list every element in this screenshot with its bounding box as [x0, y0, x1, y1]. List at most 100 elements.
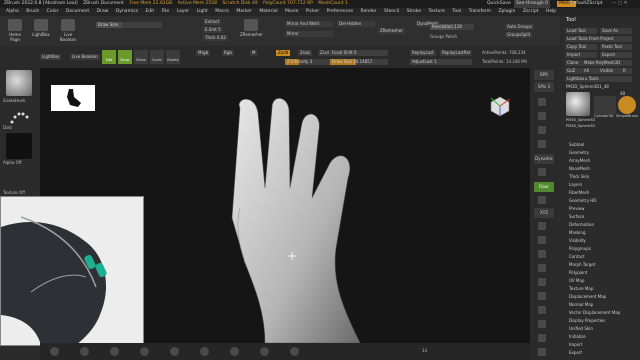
draw-mode-button[interactable]: Draw: [118, 50, 132, 64]
bottom-brush-slot[interactable]: [170, 347, 179, 356]
zoom-icon[interactable]: [538, 112, 546, 120]
ghost-icon[interactable]: [538, 320, 546, 328]
menu-render[interactable]: Render: [361, 9, 377, 14]
adjust-last-slider[interactable]: AdjustLast 1: [410, 59, 472, 65]
goz-visible-button[interactable]: Visible: [598, 68, 622, 74]
tool-thumbnail-simplebrush[interactable]: [618, 96, 636, 114]
frame-icon[interactable]: [538, 222, 546, 230]
menu-draw[interactable]: Draw: [97, 9, 109, 14]
actual-size-icon[interactable]: [538, 126, 546, 134]
subpalette-nanomesh[interactable]: NanoMesh: [569, 166, 590, 171]
menu-edit[interactable]: Edit: [145, 9, 154, 14]
bottom-brush-slot[interactable]: [140, 347, 149, 356]
alpha-thumbnail[interactable]: [6, 133, 32, 159]
menu-alpha[interactable]: Alpha: [6, 9, 19, 14]
menu-picker[interactable]: Picker: [306, 9, 319, 14]
subpalette-polypaint[interactable]: Polypaint: [569, 270, 587, 275]
menu-macro[interactable]: Macro: [215, 9, 229, 14]
bottom-brush-slot[interactable]: [260, 347, 269, 356]
menu-file[interactable]: File: [162, 9, 170, 14]
move-mode-button[interactable]: Move: [134, 50, 148, 64]
subpalette-layers[interactable]: Layers: [569, 182, 582, 187]
navigation-cube-icon[interactable]: [488, 94, 512, 118]
make-polymesh3d-button[interactable]: Make PolyMesh3D: [582, 60, 632, 66]
bottom-brush-slot[interactable]: [110, 347, 119, 356]
bottom-brush-slot[interactable]: [290, 347, 299, 356]
scale-mode-button[interactable]: Scale: [150, 50, 164, 64]
floor-button[interactable]: Floor: [534, 182, 554, 192]
subpalette-preview[interactable]: Preview: [569, 206, 585, 211]
zadd-button[interactable]: Zadd: [276, 50, 291, 56]
menu-transform[interactable]: Transform: [469, 9, 491, 14]
transp-icon[interactable]: [538, 306, 546, 314]
copy-tool-button[interactable]: Copy Tool: [565, 44, 597, 50]
subpalette-polygroups[interactable]: Polygroups: [569, 246, 591, 251]
subpalette-normal-map[interactable]: Normal Map: [569, 302, 593, 307]
replay-last-rel-button[interactable]: ReplayLastRel: [440, 50, 473, 56]
lightbox-shelf-button[interactable]: LightBox: [30, 19, 52, 37]
tool-thumbnail-cylinder[interactable]: [594, 96, 616, 114]
lightbox-button[interactable]: LightBox: [40, 54, 62, 60]
menu-dynamics[interactable]: Dynamics: [116, 9, 138, 14]
subpalette-masking[interactable]: Masking: [569, 230, 586, 235]
save-as-button[interactable]: Save As: [600, 28, 632, 34]
subpalette-deformation[interactable]: Deformation: [569, 222, 594, 227]
subpalette-unified-skin[interactable]: Unified Skin: [569, 326, 593, 331]
mirror-button[interactable]: Mirror: [285, 31, 333, 37]
subpalette-displacement-map[interactable]: Displacement Map: [569, 294, 606, 299]
tool-thumbnail-sphere[interactable]: [566, 92, 590, 116]
auto-groups-button[interactable]: Auto Groups: [505, 24, 534, 30]
subpalette-geometry-hd[interactable]: Geometry HD: [569, 198, 596, 203]
window-controls[interactable]: — ▢ ✕: [612, 0, 627, 8]
subpalette-vector-displacement-map[interactable]: Vector Displacement Map: [569, 310, 620, 315]
polyf-icon[interactable]: [538, 292, 546, 300]
m-button[interactable]: M: [250, 50, 258, 56]
home-page-button[interactable]: Home Page: [4, 19, 26, 42]
menu-brush[interactable]: Brush: [26, 9, 39, 14]
goz-r-button[interactable]: R: [621, 68, 632, 74]
draw-size-slider[interactable]: Draw Size 14.14857: [330, 59, 388, 65]
subpalette-display-properties[interactable]: Display Properties: [569, 318, 605, 323]
export-button[interactable]: Export: [600, 52, 632, 58]
load-tools-from-project-button[interactable]: Load Tools From Project: [565, 36, 632, 42]
menu-zscript[interactable]: Zscript: [523, 9, 539, 14]
menu-help[interactable]: Help: [546, 9, 556, 14]
subpalette-import[interactable]: Import: [569, 342, 582, 347]
xpose-icon[interactable]: [538, 348, 546, 356]
bpr-button[interactable]: BPR: [534, 70, 554, 80]
e-smt-slider[interactable]: E.Smt 5: [203, 27, 223, 33]
persp-icon[interactable]: [538, 168, 546, 176]
bottom-brush-slot[interactable]: [230, 347, 239, 356]
brush-thumbnail[interactable]: [6, 70, 32, 96]
zoom3d-icon[interactable]: [538, 250, 546, 258]
move-icon[interactable]: [538, 236, 546, 244]
subpalette-fibermesh[interactable]: FiberMesh: [569, 190, 589, 195]
menu-movie[interactable]: Movie: [285, 9, 298, 14]
subpalette-morph-target[interactable]: Morph Target: [569, 262, 595, 267]
local-icon[interactable]: [538, 196, 546, 204]
default-zscript-button[interactable]: DefaultZScript: [570, 0, 603, 8]
replay-last-button[interactable]: ReplayLast: [410, 50, 436, 56]
subpalette-contact[interactable]: Contact: [569, 254, 585, 259]
live-boolean-small-button[interactable]: Live Boolean: [70, 54, 100, 60]
live-boolean-button[interactable]: Live Boolean: [56, 19, 80, 42]
subpalette-initialize[interactable]: Initialize: [569, 334, 586, 339]
menu-marker[interactable]: Marker: [236, 9, 252, 14]
bottom-brush-slot[interactable]: [200, 347, 209, 356]
subpalette-visibility[interactable]: Visibility: [569, 238, 586, 243]
mrgb-button[interactable]: Mrgb: [196, 50, 211, 56]
zremesher-small-button[interactable]: ZRemesher: [378, 28, 405, 34]
menu-document[interactable]: Document: [66, 9, 89, 14]
paste-tool-button[interactable]: Paste Tool: [600, 44, 632, 50]
resolution-slider[interactable]: Resolution 128: [430, 24, 474, 30]
subpalette-subtool[interactable]: Subtool: [569, 142, 584, 147]
thick-slider[interactable]: Thick 0.02: [203, 35, 228, 41]
menu-light[interactable]: Light: [197, 9, 208, 14]
mirror-and-weld-button[interactable]: Mirror And Weld: [285, 21, 333, 27]
bottom-brush-slot[interactable]: [50, 347, 59, 356]
scroll-icon[interactable]: [538, 98, 546, 106]
subpalette-geometry[interactable]: Geometry: [569, 150, 589, 155]
solo-icon[interactable]: [538, 334, 546, 342]
menu-tool[interactable]: Tool: [452, 9, 461, 14]
subpalette-uv-map[interactable]: UV Map: [569, 278, 584, 283]
